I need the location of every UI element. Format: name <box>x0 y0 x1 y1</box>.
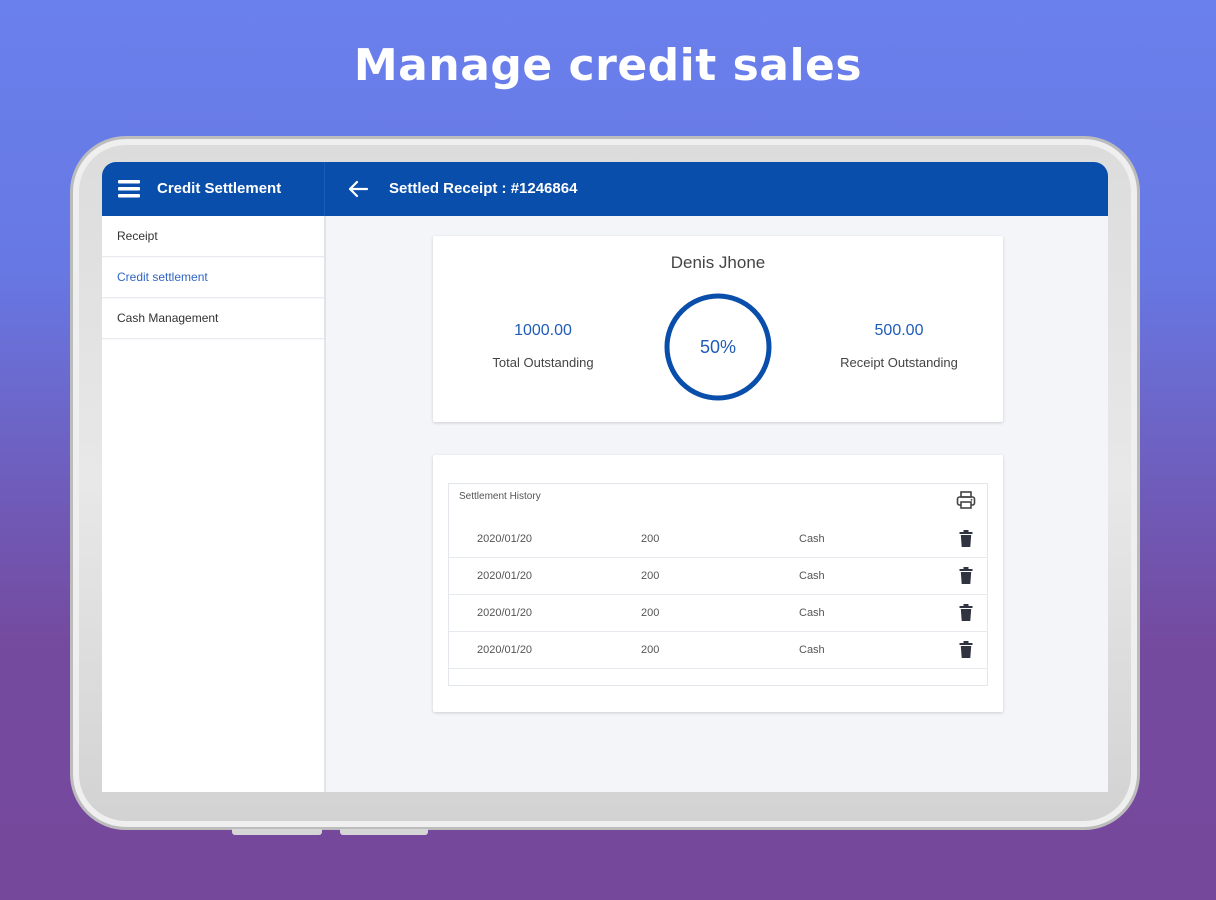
total-outstanding-label: Total Outstanding <box>492 355 594 370</box>
history-row-amount: 200 <box>641 533 660 545</box>
history-row-method: Cash <box>799 607 825 619</box>
history-row-method: Cash <box>799 644 825 656</box>
hamburger-menu-icon[interactable] <box>118 178 140 200</box>
sidebar-item-cash-management[interactable]: Cash Management <box>102 298 324 339</box>
app-screen: Credit Settlement Settled Receipt : #124… <box>102 162 1108 792</box>
app-bar: Credit Settlement Settled Receipt : #124… <box>102 162 1108 216</box>
history-row-date: 2020/01/20 <box>477 644 533 656</box>
history-row-method: Cash <box>799 533 825 545</box>
history-row: 2020/01/20 200 Cash <box>449 631 987 669</box>
page-title: Settled Receipt : #1246864 <box>389 180 578 197</box>
history-row-date: 2020/01/20 <box>477 533 533 545</box>
arrow-left-icon[interactable] <box>347 179 369 199</box>
sidebar-item-receipt[interactable]: Receipt <box>102 216 324 257</box>
settlement-history-card: Settlement History 2020/01/20 200 Cash 2… <box>433 455 1003 712</box>
history-row: 2020/01/20 200 Cash <box>449 520 987 558</box>
receipt-outstanding-value: 500.00 <box>874 322 924 339</box>
trash-icon[interactable] <box>958 567 974 584</box>
trash-icon[interactable] <box>958 604 974 621</box>
trash-icon[interactable] <box>958 530 974 547</box>
history-row-method: Cash <box>799 570 825 582</box>
sidebar: Receipt Credit settlement Cash Managemen… <box>102 216 326 792</box>
history-row-amount: 200 <box>641 607 660 619</box>
trash-icon[interactable] <box>958 641 974 658</box>
history-row-date: 2020/01/20 <box>477 607 533 619</box>
promo-headline: Manage credit sales <box>353 40 863 91</box>
settlement-history-title: Settlement History <box>459 491 541 502</box>
history-row: 2020/01/20 200 Cash <box>449 557 987 595</box>
settlement-history-table: Settlement History 2020/01/20 200 Cash 2… <box>448 483 988 686</box>
receipt-outstanding-label: Receipt Outstanding <box>840 355 958 370</box>
total-outstanding-value: 1000.00 <box>514 322 572 339</box>
progress-percentage: 50% <box>699 337 737 357</box>
tablet-hardware-button <box>340 829 428 835</box>
summary-card: Denis Jhone 1000.00 Total Outstanding 50… <box>433 236 1003 422</box>
tablet-hardware-button <box>232 829 322 835</box>
history-row-amount: 200 <box>641 570 660 582</box>
sidebar-item-credit-settlement[interactable]: Credit settlement <box>102 257 324 298</box>
history-row-amount: 200 <box>641 644 660 656</box>
app-bar-divider <box>324 162 325 216</box>
app-title: Credit Settlement <box>157 180 282 197</box>
total-outstanding-stat: 1000.00 Total Outstanding <box>453 322 633 370</box>
history-row: 2020/01/20 200 Cash <box>449 594 987 632</box>
customer-name: Denis Jhone <box>670 253 766 272</box>
history-row-date: 2020/01/20 <box>477 570 533 582</box>
receipt-outstanding-stat: 500.00 Receipt Outstanding <box>809 322 989 370</box>
printer-icon[interactable] <box>956 490 976 510</box>
